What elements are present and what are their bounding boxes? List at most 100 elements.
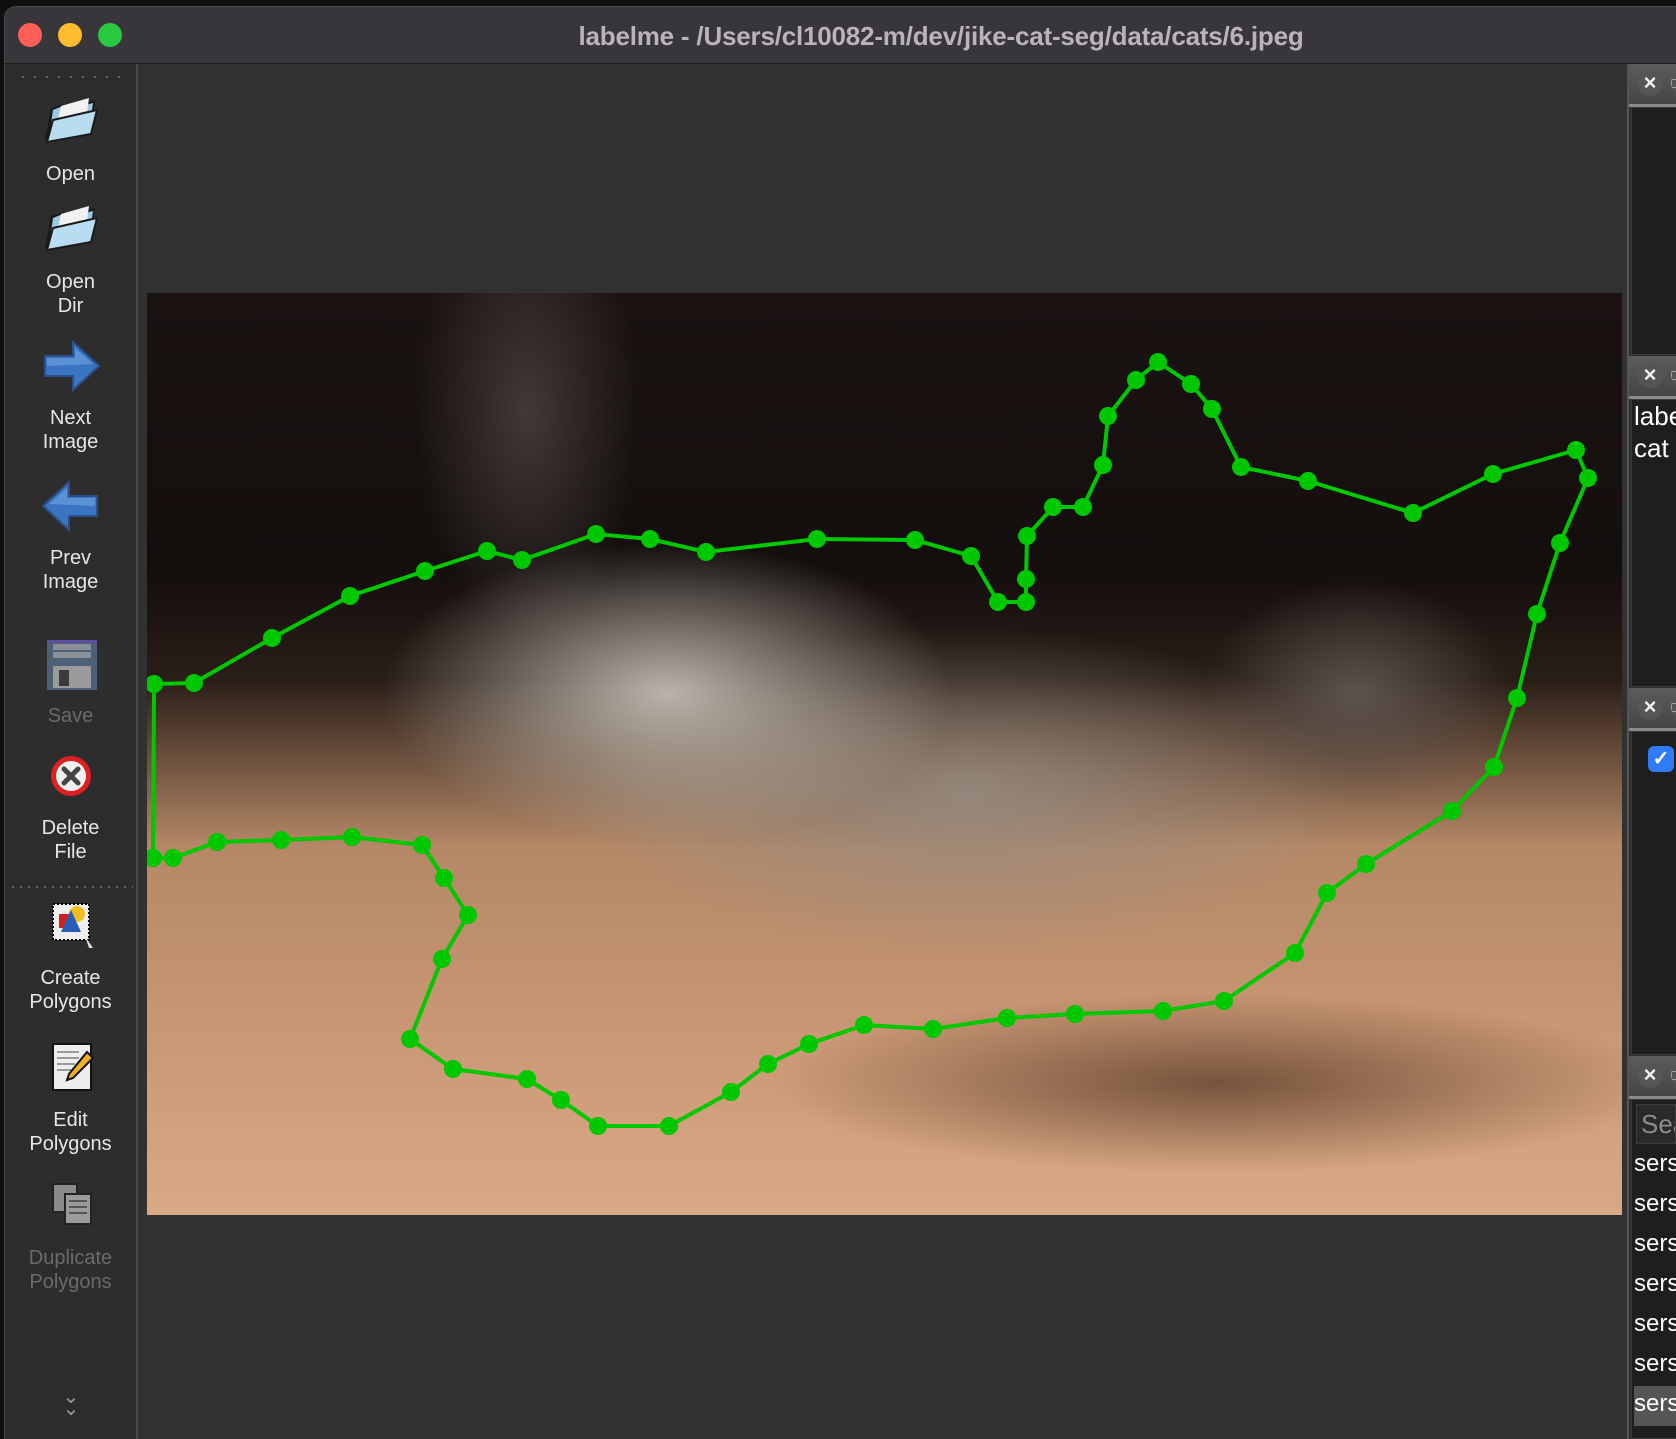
polygon-vertex[interactable] [1551, 534, 1569, 552]
file-list-item[interactable]: sers/ [1634, 1186, 1676, 1226]
polygon-visibility-checkbox[interactable]: ✓ [1648, 746, 1674, 772]
close-icon[interactable]: × [1637, 362, 1663, 388]
file-list-item[interactable]: sers/ [1634, 1146, 1676, 1186]
polygon-vertex[interactable] [1528, 605, 1546, 623]
polygon-vertex[interactable] [435, 869, 453, 887]
file-list-item[interactable]: sers/ [1634, 1306, 1676, 1346]
cat-photo[interactable] [147, 293, 1622, 1215]
edit-pencil-icon [51, 1043, 94, 1091]
polygon-vertex[interactable] [1286, 944, 1304, 962]
tool-open-dir-label-2: Dir [57, 295, 84, 317]
polygon-vertex[interactable] [416, 562, 434, 580]
polygon-vertex[interactable] [1299, 472, 1317, 490]
polygon-vertex[interactable] [1232, 458, 1250, 476]
polygon-vertex[interactable] [343, 828, 361, 846]
polygon-vertex[interactable] [1017, 593, 1035, 611]
label-header-text: labe [1634, 401, 1676, 431]
polygon-vertex[interactable] [147, 675, 163, 693]
polygon-vertex[interactable] [660, 1117, 678, 1135]
polygon-vertex[interactable] [924, 1020, 942, 1038]
close-icon[interactable]: × [1637, 694, 1663, 720]
polygon-vertex[interactable] [1018, 527, 1036, 545]
polygon-vertex[interactable] [906, 531, 924, 549]
polygon-vertex[interactable] [513, 551, 531, 569]
polygon-vertex[interactable] [185, 674, 203, 692]
file-list-item[interactable]: sers/ [1634, 1346, 1676, 1386]
tool-next-image[interactable]: Next Image [5, 334, 136, 454]
polygon-vertex[interactable] [1182, 375, 1200, 393]
label-item-cat[interactable]: cat [1632, 432, 1676, 464]
polygon-vertex[interactable] [1357, 855, 1375, 873]
polygon-vertex[interactable] [401, 1030, 419, 1048]
image-canvas[interactable] [138, 64, 1627, 1439]
tool-next-image-label-2: Image [42, 431, 99, 453]
polygon-vertex[interactable] [552, 1091, 570, 1109]
polygon-vertex[interactable] [1579, 469, 1597, 487]
polygon-vertex[interactable] [1127, 371, 1145, 389]
polygon-vertex[interactable] [808, 530, 826, 548]
polygon-vertex[interactable] [722, 1083, 740, 1101]
polygon-vertex[interactable] [1094, 456, 1112, 474]
tool-create-polygons[interactable]: Create Polygons [5, 894, 136, 1014]
polygon-vertex[interactable] [962, 547, 980, 565]
file-list-item[interactable]: sers/ [1634, 1266, 1676, 1306]
polygon-vertex[interactable] [341, 587, 359, 605]
polygon-vertex[interactable] [413, 836, 431, 854]
polygon-vertex[interactable] [1149, 353, 1167, 371]
tool-delete-file[interactable]: Delete File [5, 744, 136, 864]
polygon-vertex[interactable] [1017, 570, 1035, 588]
float-icon[interactable]: □ [1671, 1062, 1676, 1088]
float-icon[interactable]: □ [1671, 70, 1676, 96]
polygon-vertex[interactable] [641, 530, 659, 548]
polygon-vertex[interactable] [1066, 1005, 1084, 1023]
close-icon[interactable]: × [1637, 70, 1663, 96]
close-icon[interactable]: × [1637, 1062, 1663, 1088]
polygon-vertex[interactable] [459, 906, 477, 924]
polygon-vertex[interactable] [1099, 407, 1117, 425]
polygon-vertex[interactable] [1215, 992, 1233, 1010]
tool-duplicate-polygons[interactable]: Duplicate Polygons [5, 1174, 136, 1294]
polygon-vertex[interactable] [697, 543, 715, 561]
polygon-vertex[interactable] [1508, 689, 1526, 707]
polygon-vertex[interactable] [1484, 465, 1502, 483]
tool-save[interactable]: Save [5, 632, 136, 728]
toolbar-more-button[interactable]: ⌄ ⌄ [61, 1387, 81, 1419]
float-icon[interactable]: □ [1671, 362, 1676, 388]
file-search-input[interactable]: Sea [1636, 1104, 1676, 1144]
polygon-vertex[interactable] [589, 1117, 607, 1135]
polygon-vertex[interactable] [164, 849, 182, 867]
float-icon[interactable]: □ [1671, 694, 1676, 720]
polygon-vertex[interactable] [1318, 884, 1336, 902]
polygon-vertex[interactable] [1485, 758, 1503, 776]
polygon-vertex[interactable] [1404, 504, 1422, 522]
tool-edit-polygons[interactable]: Edit Polygons [5, 1036, 136, 1156]
polygon-vertex[interactable] [433, 950, 451, 968]
tool-open-dir[interactable]: Open Dir [5, 198, 136, 318]
polygon-overlay[interactable] [147, 293, 1622, 1215]
polygon-vertex[interactable] [587, 525, 605, 543]
polygon-vertex[interactable] [989, 593, 1007, 611]
polygon-vertex[interactable] [272, 831, 290, 849]
polygon-vertex[interactable] [1203, 400, 1221, 418]
polygon-vertex[interactable] [518, 1070, 536, 1088]
toolbar-grip[interactable] [17, 76, 129, 78]
polygon-vertex[interactable] [263, 629, 281, 647]
polygon-vertex[interactable] [855, 1016, 873, 1034]
polygon-vertex[interactable] [998, 1009, 1016, 1027]
tool-open[interactable]: Open [5, 90, 136, 186]
polygon-vertex[interactable] [444, 1060, 462, 1078]
tool-prev-image[interactable]: Prev Image [5, 474, 136, 594]
polygon-vertex[interactable] [1443, 802, 1461, 820]
polygon-vertex[interactable] [1074, 498, 1092, 516]
polygon-outline[interactable] [150, 359, 1591, 1128]
polygon-vertex[interactable] [1044, 498, 1062, 516]
polygon-vertex[interactable] [759, 1055, 777, 1073]
polygon-vertex[interactable] [478, 542, 496, 560]
file-list-item[interactable]: sers/ [1634, 1226, 1676, 1266]
polygon-vertex[interactable] [800, 1035, 818, 1053]
polygon-vertex[interactable] [147, 849, 162, 867]
polygon-vertex[interactable] [208, 833, 226, 851]
polygon-vertex[interactable] [1154, 1002, 1172, 1020]
file-list-item[interactable]: sers/ [1634, 1386, 1676, 1426]
polygon-vertex[interactable] [1567, 441, 1585, 459]
